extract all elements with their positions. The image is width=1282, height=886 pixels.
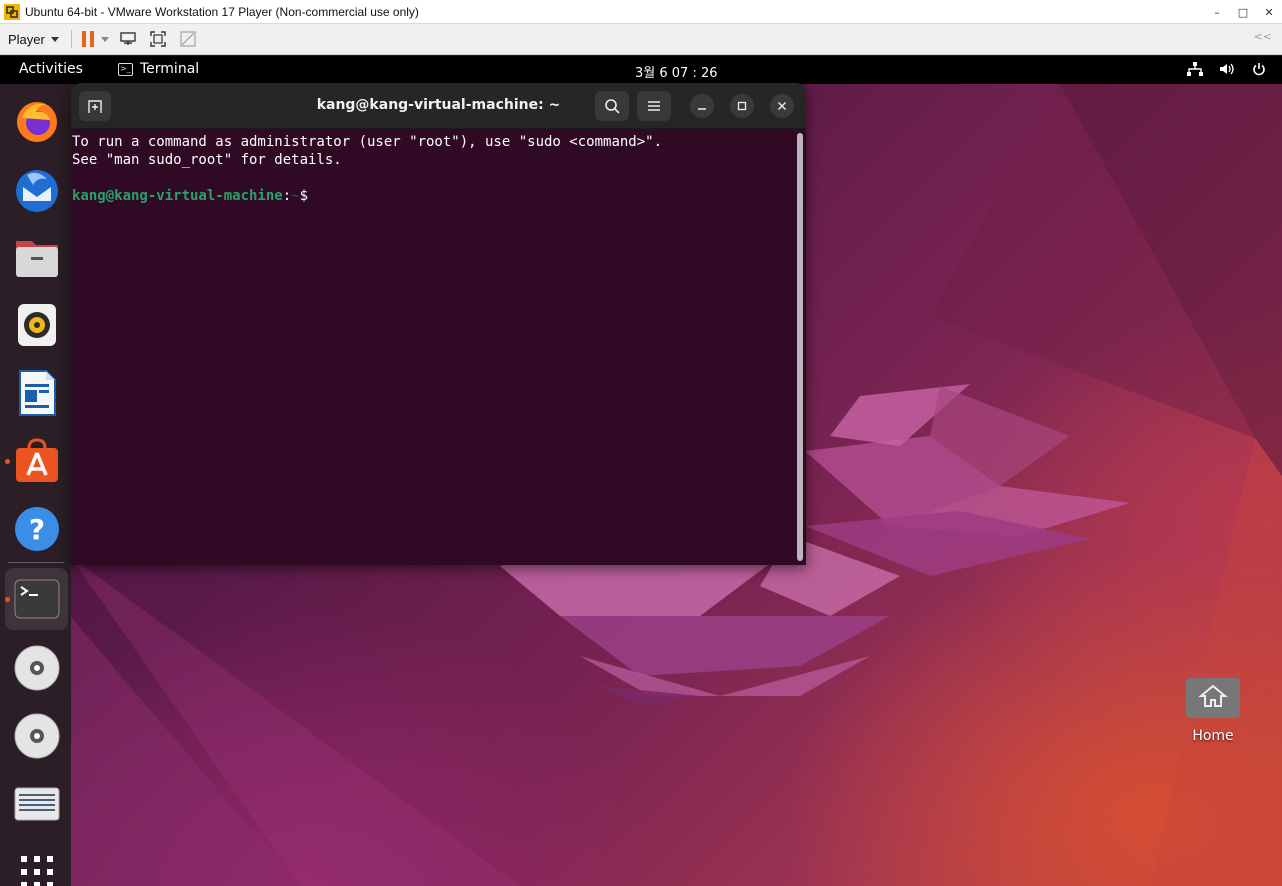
- rhythmbox-icon: [17, 304, 56, 346]
- pause-dropdown-icon[interactable]: [100, 36, 109, 42]
- dock-item-writer[interactable]: [5, 362, 68, 424]
- volume-icon[interactable]: [1218, 61, 1236, 77]
- dock-item-software[interactable]: [5, 430, 68, 492]
- minimize-button[interactable]: –: [1204, 0, 1230, 24]
- writer-icon: [18, 370, 56, 416]
- close-icon: [778, 102, 786, 110]
- dock-item-disc-1[interactable]: [5, 637, 68, 699]
- app-grid-icon: [20, 856, 53, 886]
- software-icon: [15, 438, 58, 482]
- collapse-toolbar-icon[interactable]: <<: [1254, 30, 1272, 43]
- network-icon[interactable]: [1186, 61, 1204, 77]
- home-folder-icon: [1186, 672, 1240, 718]
- hamburger-menu-icon: [648, 101, 660, 111]
- terminal-headerbar[interactable]: kang@kang-virtual-machine: ~: [71, 83, 806, 129]
- dock-item-thunderbird[interactable]: [5, 158, 68, 220]
- terminal-small-icon: >_: [118, 62, 133, 76]
- dock-item-drive[interactable]: [5, 773, 68, 835]
- home-label: Home: [1192, 728, 1234, 744]
- toolbar-separator: [70, 30, 72, 48]
- terminal-prompt[interactable]: kang@kang-virtual-machine:~$: [72, 187, 792, 205]
- app-menu[interactable]: >_ Terminal: [118, 61, 199, 77]
- running-indicator: [5, 597, 10, 602]
- help-icon: ?: [14, 507, 59, 551]
- dock-item-firefox[interactable]: [5, 90, 68, 152]
- vmware-titlebar: Ubuntu 64-bit - VMware Workstation 17 Pl…: [0, 0, 1282, 24]
- maximize-window-button[interactable]: [730, 94, 754, 118]
- dock-separator: [8, 562, 64, 563]
- drive-icon: [14, 787, 59, 821]
- minimize-icon: [698, 108, 706, 110]
- fullscreen-icon[interactable]: [147, 28, 169, 50]
- prompt-separator: :: [282, 188, 292, 204]
- dock-item-rhythmbox[interactable]: [5, 294, 68, 356]
- player-menu-label: Player: [8, 31, 45, 47]
- dock: ?: [0, 84, 71, 886]
- maximize-icon: [737, 101, 747, 111]
- terminal-line: See "man sudo_root" for details.: [72, 152, 342, 168]
- search-button[interactable]: [595, 91, 629, 121]
- terminal-line: To run a command as administrator (user …: [72, 134, 663, 150]
- dock-item-terminal[interactable]: [5, 568, 68, 630]
- clock[interactable]: 3월 6 07 : 26: [635, 62, 718, 81]
- app-menu-label: Terminal: [140, 61, 200, 77]
- dock-item-disc-2[interactable]: [5, 705, 68, 767]
- terminal-icon: [14, 579, 59, 619]
- pause-button[interactable]: [81, 31, 94, 47]
- prompt-path: ~: [291, 188, 300, 204]
- files-icon: [15, 241, 58, 277]
- close-button[interactable]: ✕: [1256, 0, 1282, 24]
- disc-icon: [14, 713, 59, 759]
- vmware-toolbar: Player <<: [0, 24, 1282, 55]
- maximize-button[interactable]: □: [1230, 0, 1256, 24]
- gnome-top-bar: Activities >_ Terminal 3월 6 07 : 26: [0, 56, 1282, 84]
- search-icon: [605, 99, 620, 114]
- svg-text:?: ?: [28, 513, 44, 546]
- power-icon[interactable]: [1250, 61, 1268, 77]
- terminal-output[interactable]: To run a command as administrator (user …: [72, 133, 792, 563]
- terminal-scrollbar[interactable]: [797, 133, 803, 561]
- dock-item-files[interactable]: [5, 226, 68, 288]
- chevron-down-icon: [50, 36, 59, 42]
- vmware-logo-icon: [4, 3, 20, 20]
- send-ctrl-alt-del-icon[interactable]: [117, 28, 139, 50]
- unity-mode-icon[interactable]: [177, 28, 199, 50]
- firefox-icon: [16, 102, 57, 142]
- dock-item-show-apps[interactable]: [5, 841, 68, 886]
- minimize-window-button[interactable]: [690, 94, 714, 118]
- player-menu[interactable]: Player: [8, 32, 59, 47]
- activities-button[interactable]: Activities: [19, 61, 83, 77]
- desktop-home-icon[interactable]: Home: [1183, 668, 1243, 744]
- prompt-user-host: kang@kang-virtual-machine: [72, 188, 283, 204]
- guest-screen: Activities >_ Terminal 3월 6 07 : 26 ? ka…: [0, 56, 1282, 886]
- disc-icon: [14, 645, 59, 691]
- menu-button[interactable]: [637, 91, 671, 121]
- prompt-symbol: $: [299, 188, 317, 204]
- close-window-button[interactable]: [770, 94, 794, 118]
- thunderbird-icon: [15, 170, 58, 212]
- terminal-window[interactable]: kang@kang-virtual-machine: ~ To run a co…: [71, 83, 806, 565]
- dock-item-help[interactable]: ?: [5, 498, 68, 560]
- system-tray[interactable]: [1186, 61, 1268, 77]
- vmware-window-title: Ubuntu 64-bit - VMware Workstation 17 Pl…: [25, 4, 419, 19]
- running-indicator: [5, 459, 10, 464]
